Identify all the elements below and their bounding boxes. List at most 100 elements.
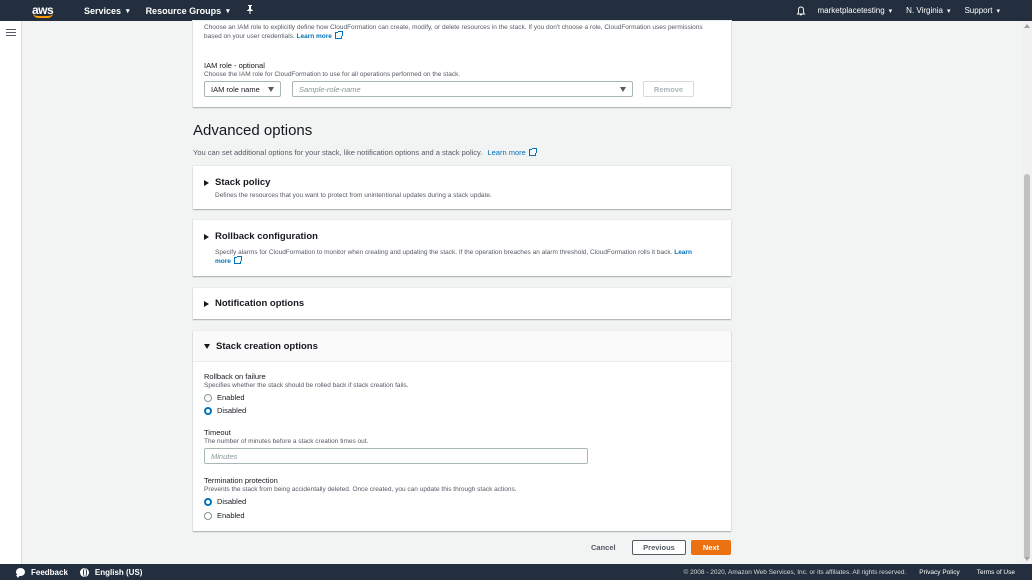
region-menu[interactable]: N. Virginia ▾: [906, 6, 950, 15]
cancel-button[interactable]: Cancel: [591, 543, 616, 552]
side-rail: [0, 21, 22, 564]
radio-unselected-icon: [204, 511, 212, 520]
timeout-label: Timeout: [204, 428, 231, 437]
aws-smile-icon: [33, 13, 53, 18]
stack-policy-panel: Stack policy Defines the resources that …: [193, 166, 731, 209]
termination-protection-label: Termination protection: [204, 476, 278, 485]
support-label: Support: [964, 6, 993, 15]
rollback-more-label: more: [215, 258, 231, 265]
services-menu[interactable]: Services ▾: [84, 6, 130, 16]
stack-policy-header[interactable]: Stack policy: [204, 177, 270, 188]
radio-selected-icon: [204, 406, 212, 415]
advanced-learn-more-label: Learn more: [487, 148, 526, 157]
feedback-button[interactable]: Feedback: [16, 567, 68, 578]
chevron-down-icon: ▾: [996, 7, 1000, 15]
rollback-disabled-radio[interactable]: Disabled: [204, 406, 246, 415]
next-button[interactable]: Next: [691, 540, 731, 555]
rollback-configuration-panel: Rollback configuration Specify alarms fo…: [193, 220, 731, 276]
footer: Feedback English (US) © 2008 - 2020, Ama…: [0, 564, 1032, 580]
language-selector[interactable]: English (US): [79, 567, 143, 577]
stack-policy-title: Stack policy: [215, 177, 271, 188]
rollback-disabled-label: Disabled: [217, 406, 247, 415]
advanced-description-text: You can set additional options for your …: [193, 148, 483, 157]
timeout-input[interactable]: Minutes: [204, 448, 588, 464]
support-menu[interactable]: Support ▾: [964, 6, 1000, 15]
caret-down-icon: [204, 344, 210, 349]
notification-options-header[interactable]: Notification options: [204, 298, 304, 309]
scroll-thumb[interactable]: [1024, 174, 1030, 559]
external-link-icon: [528, 148, 537, 156]
terms-of-use-link[interactable]: Terms of Use: [977, 569, 1015, 576]
chevron-down-icon: ▾: [946, 7, 951, 15]
chevron-down-icon: ▾: [888, 7, 893, 15]
hamburger-menu-icon[interactable]: [6, 29, 16, 37]
termination-disabled-label: Disabled: [217, 497, 247, 506]
iam-role-type-value: IAM role name: [211, 84, 260, 94]
caret-down-icon: [620, 86, 626, 92]
radio-unselected-icon: [204, 393, 212, 402]
iam-learn-more-link[interactable]: Learn more: [296, 31, 343, 40]
advanced-options-title: Advanced options: [193, 122, 313, 139]
external-link-icon: [233, 256, 242, 264]
iam-description-text: Choose an IAM role to explicitly define …: [204, 24, 703, 40]
region-label: N. Virginia: [906, 6, 943, 15]
iam-role-name-input[interactable]: Sample-role-name: [292, 81, 633, 97]
nav-right: marketplacetesting ▾ N. Virginia ▾ Suppo…: [796, 0, 1032, 21]
rollback-configuration-header[interactable]: Rollback configuration: [204, 231, 318, 242]
resource-groups-label: Resource Groups: [145, 5, 222, 16]
feedback-label: Feedback: [31, 567, 68, 577]
chevron-down-icon: ▾: [126, 7, 130, 15]
iam-description: Choose an IAM role to explicitly define …: [204, 23, 714, 41]
iam-role-label: IAM role - optional: [204, 61, 265, 70]
termination-enabled-radio[interactable]: Enabled: [204, 511, 245, 520]
bell-icon[interactable]: [796, 6, 806, 16]
advanced-options-description: You can set additional options for your …: [193, 148, 537, 157]
stack-policy-description: Defines the resources that you want to p…: [215, 192, 492, 199]
footer-right: © 2008 - 2020, Amazon Web Services, Inc.…: [683, 564, 1032, 580]
termination-enabled-label: Enabled: [217, 511, 245, 520]
chevron-down-icon: ▾: [226, 7, 230, 15]
account-menu[interactable]: marketplacetesting ▾: [818, 6, 893, 15]
notification-options-panel: Notification options: [193, 288, 731, 319]
termination-disabled-radio[interactable]: Disabled: [204, 497, 246, 506]
external-link-icon: [334, 31, 343, 39]
previous-button[interactable]: Previous: [632, 540, 686, 555]
scroll-up-arrow-icon[interactable]: [1024, 24, 1030, 28]
iam-role-type-select[interactable]: IAM role name: [204, 81, 281, 97]
advanced-learn-more-link[interactable]: Learn more: [487, 148, 537, 157]
privacy-policy-link[interactable]: Privacy Policy: [919, 569, 959, 576]
copyright-text: © 2008 - 2020, Amazon Web Services, Inc.…: [683, 568, 907, 576]
rollback-configuration-text: Specify alarms for CloudFormation to mon…: [215, 249, 673, 256]
notification-options-title: Notification options: [215, 298, 305, 309]
stack-creation-options-header[interactable]: Stack creation options: [204, 341, 318, 352]
pin-icon[interactable]: [246, 5, 254, 16]
timeout-sub: The number of minutes before a stack cre…: [204, 438, 369, 445]
scroll-down-arrow-icon[interactable]: [1024, 557, 1030, 561]
permissions-panel: Choose an IAM role to explicitly define …: [193, 21, 731, 107]
scrollbar[interactable]: [1022, 21, 1032, 564]
rollback-on-failure-label: Rollback on failure: [204, 372, 266, 381]
timeout-placeholder: Minutes: [211, 452, 238, 461]
rollback-configuration-title: Rollback configuration: [215, 231, 318, 242]
caret-right-icon: [204, 179, 209, 186]
rollback-enabled-radio[interactable]: Enabled: [204, 393, 245, 402]
caret-right-icon: [204, 300, 209, 307]
iam-learn-more-label: Learn more: [296, 33, 332, 40]
language-label: English (US): [94, 567, 143, 577]
resource-groups-menu[interactable]: Resource Groups ▾: [146, 6, 230, 16]
stack-creation-options-title: Stack creation options: [216, 341, 318, 352]
remove-button[interactable]: Remove: [643, 81, 694, 97]
globe-icon: [79, 567, 89, 577]
rollback-learn-label: Learn: [674, 249, 692, 256]
rollback-configuration-description: Specify alarms for CloudFormation to mon…: [215, 248, 715, 266]
radio-selected-icon: [204, 497, 212, 506]
stack-creation-options-panel: Stack creation options Rollback on failu…: [193, 331, 731, 531]
top-nav: aws Services ▾ Resource Groups ▾ marketp…: [0, 0, 1032, 21]
rollback-enabled-label: Enabled: [217, 393, 245, 402]
iam-role-name-placeholder: Sample-role-name: [299, 84, 361, 94]
services-label: Services: [84, 5, 122, 16]
aws-logo[interactable]: aws: [32, 2, 56, 20]
iam-role-sub: Choose the IAM role for CloudFormation t…: [204, 71, 461, 78]
rollback-on-failure-sub: Specifies whether the stack should be ro…: [204, 382, 409, 389]
termination-protection-sub: Prevents the stack from being accidental…: [204, 486, 517, 493]
